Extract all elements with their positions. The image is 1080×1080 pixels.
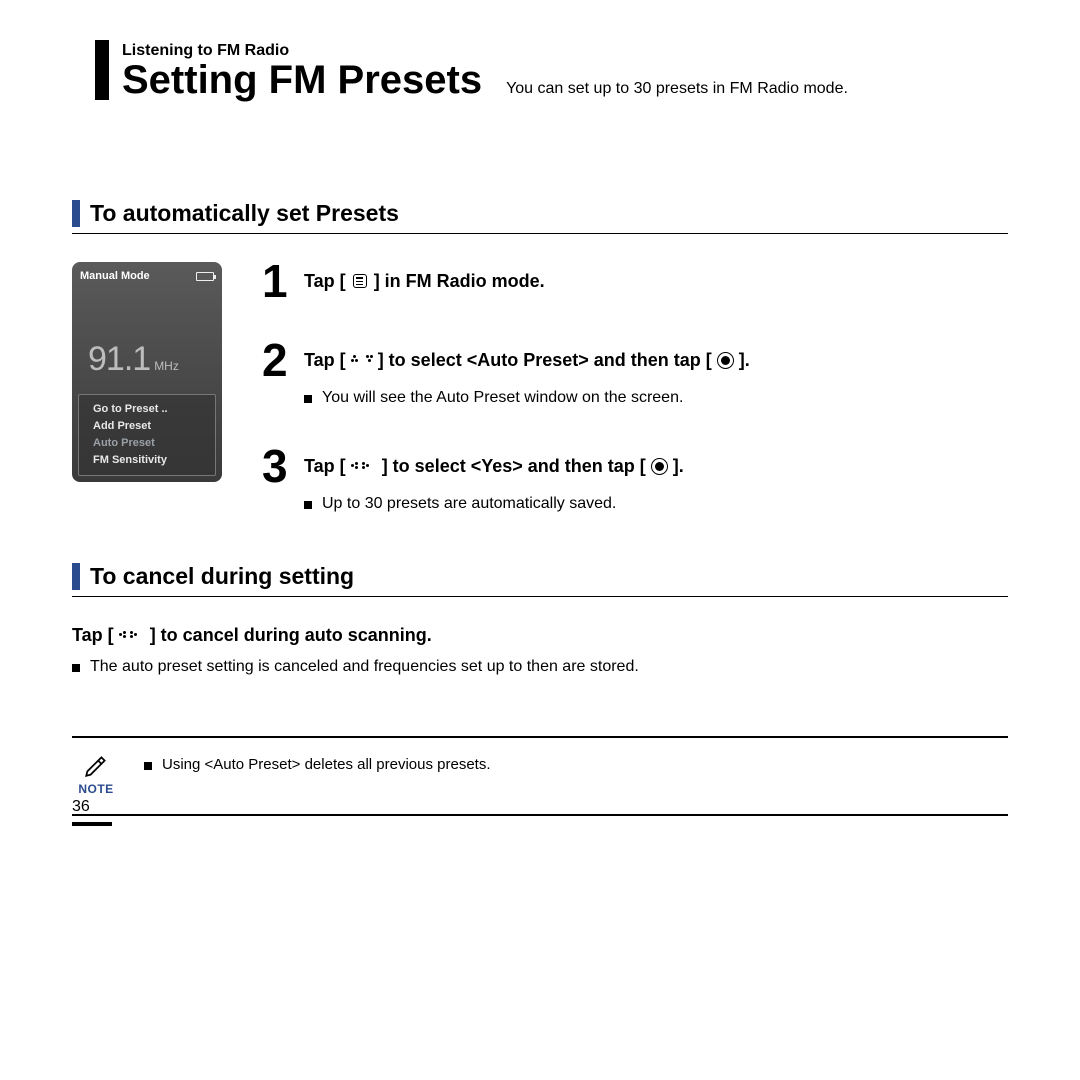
manual-page: Listening to FM Radio Setting FM Presets… — [0, 0, 1080, 846]
section-heading: To automatically set Presets — [72, 200, 1008, 227]
header-rule — [95, 40, 109, 100]
step: 1 Tap [ ] in FM Radio mode. — [262, 262, 1008, 301]
device-mode-label: Manual Mode — [80, 270, 150, 282]
device-frequency-unit: MHz — [154, 359, 179, 373]
updown-icon — [351, 355, 373, 362]
section-rule — [72, 596, 1008, 597]
device-frequency: 91.1 — [88, 340, 150, 379]
step-title: Tap [ ] in FM Radio mode. — [304, 271, 1008, 292]
page-header: Listening to FM Radio Setting FM Presets… — [122, 42, 1008, 100]
note-text: Using <Auto Preset> deletes all previous… — [162, 756, 491, 773]
bullet-icon — [304, 395, 312, 403]
step-number: 2 — [262, 341, 290, 380]
bullet-icon — [304, 501, 312, 509]
bullet-icon — [72, 664, 80, 672]
device-menu-item: Add Preset — [87, 418, 207, 435]
step-detail: Up to 30 presets are automatically saved… — [304, 495, 1008, 513]
note-label: NOTE — [78, 782, 113, 796]
page-number: 36 — [72, 798, 90, 816]
steps-list: 1 Tap [ ] in FM Radio mode. 2 Ta — [262, 262, 1008, 513]
step-number: 3 — [262, 447, 290, 486]
note-icon — [82, 752, 110, 780]
step: 3 Tap [ ] to select <Yes> and then tap [… — [262, 447, 1008, 513]
step-detail: You will see the Auto Preset window on t… — [304, 389, 1008, 407]
leftright-icon — [119, 631, 145, 638]
menu-icon — [351, 274, 369, 288]
section-heading: To cancel during setting — [72, 563, 1008, 590]
cancel-detail: The auto preset setting is canceled and … — [72, 658, 1008, 676]
page-subtitle: You can set up to 30 presets in FM Radio… — [506, 80, 848, 98]
battery-icon — [196, 272, 214, 281]
bullet-icon — [144, 762, 152, 770]
step-title: Tap [ ] to select <Auto Preset> and then… — [304, 350, 1008, 371]
device-menu: Go to Preset .. Add Preset Auto Preset F… — [78, 394, 216, 476]
device-screenshot: Manual Mode 91.1 MHz Go to Preset .. Add… — [72, 262, 222, 482]
select-icon — [717, 352, 734, 369]
section-rule — [72, 233, 1008, 234]
leftright-icon — [351, 462, 377, 469]
note-box: NOTE Using <Auto Preset> deletes all pre… — [72, 736, 1008, 816]
page-title: Setting FM Presets — [122, 60, 482, 100]
device-menu-item: Go to Preset .. — [87, 401, 207, 418]
section-cancel: To cancel during setting Tap [ ] to canc… — [72, 563, 1008, 676]
section-auto-presets: To automatically set Presets Manual Mode… — [72, 200, 1008, 513]
device-menu-item-active: Auto Preset — [87, 435, 207, 452]
select-icon — [651, 458, 668, 475]
page-tab — [72, 822, 112, 826]
cancel-instruction: Tap [ ] to cancel during auto scanning. — [72, 625, 1008, 646]
step: 2 Tap [ ] to select <Auto Preset> and th… — [262, 341, 1008, 407]
device-menu-item: FM Sensitivity — [87, 452, 207, 469]
step-number: 1 — [262, 262, 290, 301]
step-title: Tap [ ] to select <Yes> and then tap [ ]… — [304, 456, 1008, 477]
